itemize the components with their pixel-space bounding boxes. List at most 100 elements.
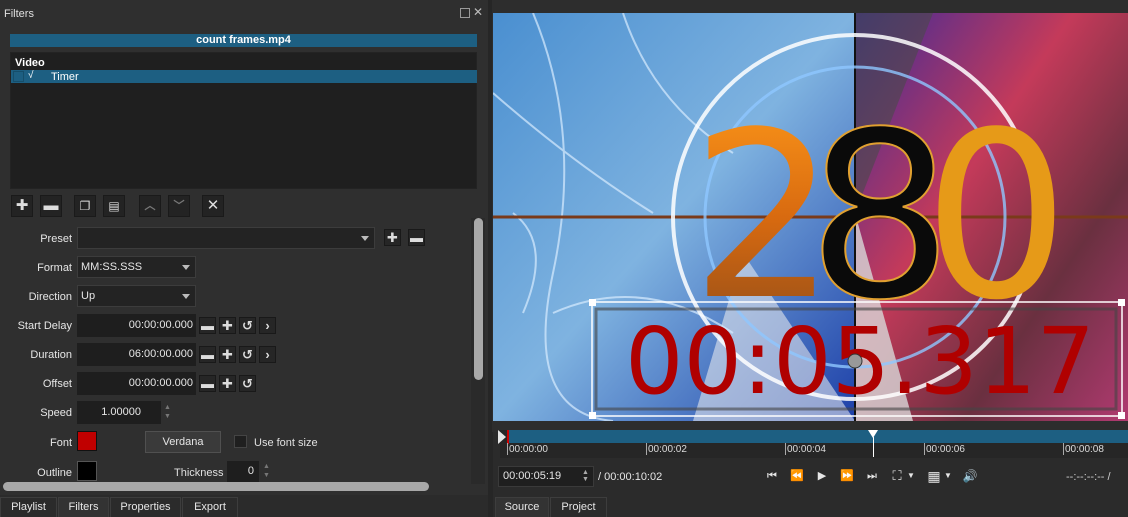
- start-delay-reset-button[interactable]: ↺: [239, 317, 256, 334]
- deselect-button[interactable]: ✕: [202, 195, 224, 217]
- offset-decrement-button[interactable]: ▬: [199, 375, 216, 392]
- tab-source[interactable]: Source: [495, 497, 549, 517]
- add-icon: ✚: [222, 347, 233, 362]
- zoom-button[interactable]: ⛶: [887, 467, 907, 485]
- chevron-right-icon: ›: [265, 347, 270, 362]
- speed-label: Speed: [40, 407, 72, 419]
- deselect-icon: ✕: [206, 197, 220, 214]
- remove-filter-button[interactable]: ▬: [40, 195, 62, 217]
- offset-reset-button[interactable]: ↺: [239, 375, 256, 392]
- fast-forward-icon: ⏩: [840, 470, 854, 482]
- start-delay-keyframe-button[interactable]: ›: [259, 317, 276, 334]
- duration-label: Duration: [30, 349, 72, 361]
- undo-icon: ↺: [242, 347, 253, 362]
- remove-icon: ▬: [43, 197, 59, 214]
- move-up-icon: ︿: [144, 200, 156, 212]
- position-spin-arrows-icon[interactable]: ▲ ▼: [582, 469, 591, 484]
- start-delay-decrement-button[interactable]: ▬: [199, 317, 216, 334]
- in-point-marker-icon[interactable]: [498, 430, 506, 444]
- zoom-dropdown[interactable]: ▼: [906, 467, 916, 485]
- tab-filters[interactable]: Filters: [58, 497, 109, 517]
- font-label: Font: [49, 437, 72, 449]
- skip-to-end-button[interactable]: ⏭: [862, 467, 882, 485]
- skip-start-icon: ⏮: [767, 470, 777, 482]
- horizontal-scrollbar-thumb[interactable]: [3, 482, 429, 491]
- speed-spin-arrows-icon[interactable]: ▲ ▼: [161, 403, 174, 422]
- out-timecode: --:--:--:-- /: [1066, 471, 1111, 483]
- filters-panel: Filters ✕ count frames.mp4 Video √ Timer…: [0, 0, 490, 495]
- duration-increment-button[interactable]: ✚: [219, 346, 236, 363]
- format-value: MM:SS.SSS: [81, 261, 143, 273]
- outline-color-swatch[interactable]: [77, 461, 97, 481]
- vertical-scrollbar-thumb[interactable]: [474, 218, 483, 380]
- remove-icon: ▬: [410, 230, 423, 245]
- chevron-down-icon: [182, 265, 190, 270]
- filter-enable-checkbox[interactable]: [13, 71, 24, 82]
- direction-combo[interactable]: Up: [77, 285, 196, 307]
- play-button[interactable]: ▶: [812, 467, 832, 485]
- format-label: Format: [37, 262, 72, 274]
- copy-icon: ❐: [79, 199, 91, 213]
- move-down-button[interactable]: ﹀: [168, 195, 190, 217]
- thickness-spin-arrows-icon[interactable]: ▲ ▼: [260, 462, 273, 481]
- position-timecode-field[interactable]: 00:00:05:19 ▲ ▼: [498, 466, 594, 487]
- filter-list-item[interactable]: √ Timer: [11, 70, 477, 83]
- move-up-button[interactable]: ︿: [139, 195, 161, 217]
- thickness-spinbox[interactable]: 0: [227, 461, 259, 482]
- tab-project[interactable]: Project: [550, 497, 607, 517]
- rewind-button[interactable]: ⏪: [787, 467, 807, 485]
- grid-dropdown[interactable]: ▼: [943, 467, 953, 485]
- grid-button[interactable]: ▦: [924, 467, 944, 485]
- volume-button[interactable]: 🔊: [960, 467, 980, 485]
- video-preview[interactable]: 280 00:05.317: [493, 13, 1128, 421]
- format-combo[interactable]: MM:SS.SSS: [77, 256, 196, 278]
- undo-icon: ↺: [242, 376, 253, 391]
- tab-export[interactable]: Export: [182, 497, 238, 517]
- paste-filter-button[interactable]: ▤: [103, 195, 125, 217]
- duration-reset-button[interactable]: ↺: [239, 346, 256, 363]
- font-button[interactable]: Verdana: [145, 431, 221, 453]
- float-panel-icon[interactable]: [460, 8, 470, 18]
- copy-filter-button[interactable]: ❐: [74, 195, 96, 217]
- start-delay-label: Start Delay: [17, 320, 72, 332]
- add-icon: ✚: [15, 197, 29, 214]
- duration-decrement-button[interactable]: ▬: [199, 346, 216, 363]
- duration-field[interactable]: 06:00:00.000: [77, 343, 196, 366]
- chevron-down-icon: [361, 236, 369, 241]
- offset-field[interactable]: 00:00:00.000: [77, 372, 196, 395]
- tab-properties[interactable]: Properties: [110, 497, 181, 517]
- delete-preset-button[interactable]: ▬: [408, 229, 425, 246]
- remove-icon: ▬: [201, 318, 214, 333]
- speed-spinbox[interactable]: 1.00000: [77, 401, 161, 424]
- chevron-down-icon: ▼: [907, 471, 915, 480]
- tick-label: 00:00:06: [926, 444, 965, 455]
- chevron-right-icon: ›: [265, 318, 270, 333]
- save-preset-button[interactable]: ✚: [384, 229, 401, 246]
- tab-playlist[interactable]: Playlist: [0, 497, 57, 517]
- tick-label: 00:00:02: [648, 444, 687, 455]
- preset-combo[interactable]: [77, 227, 375, 249]
- chevron-down-icon: ▼: [944, 471, 952, 480]
- remove-icon: ▬: [201, 347, 214, 362]
- start-delay-field[interactable]: 00:00:00.000: [77, 314, 196, 337]
- fast-forward-button[interactable]: ⏩: [837, 467, 857, 485]
- start-delay-increment-button[interactable]: ✚: [219, 317, 236, 334]
- close-panel-icon[interactable]: ✕: [473, 6, 483, 18]
- outline-label: Outline: [37, 467, 72, 479]
- tick-mark: [1063, 443, 1064, 455]
- font-color-swatch[interactable]: [77, 431, 97, 451]
- tick-label: 00:00:00: [509, 444, 548, 455]
- video-frame: 280 00:05.317: [493, 13, 1128, 421]
- add-filter-button[interactable]: ✚: [11, 195, 33, 217]
- tick-mark: [785, 443, 786, 455]
- duration-keyframe-button[interactable]: ›: [259, 346, 276, 363]
- check-icon: √: [28, 70, 34, 81]
- filter-list-header: Video: [15, 57, 45, 69]
- chevron-down-icon: [182, 294, 190, 299]
- offset-increment-button[interactable]: ✚: [219, 375, 236, 392]
- filter-list[interactable]: Video √ Timer: [10, 52, 477, 189]
- skip-to-start-button[interactable]: ⏮: [762, 467, 782, 485]
- add-icon: ✚: [387, 230, 398, 245]
- play-icon: ▶: [817, 470, 827, 482]
- use-font-size-checkbox[interactable]: [234, 435, 247, 448]
